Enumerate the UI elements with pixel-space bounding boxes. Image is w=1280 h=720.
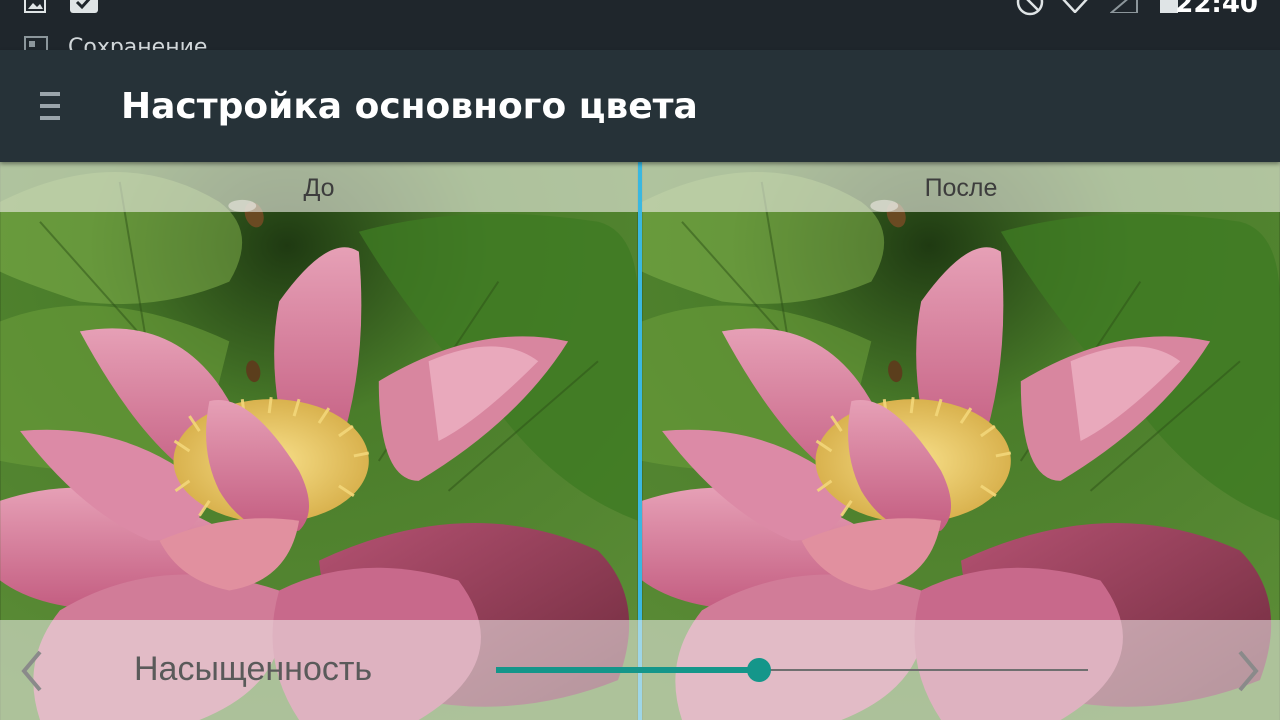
slider-fill [496, 667, 760, 673]
chevron-left-icon[interactable] [14, 646, 50, 696]
page-title: Настройка основного цвета [121, 86, 698, 127]
check-icon [70, 0, 98, 13]
chevron-right-icon[interactable] [1230, 646, 1266, 696]
status-bar: Сохранение 22:40 [0, 0, 1280, 50]
before-label: До [0, 162, 638, 212]
app-bar: Настройка основного цвета [0, 50, 1280, 162]
saturation-slider[interactable] [496, 658, 1088, 682]
wifi-icon [1062, 0, 1088, 13]
signal-icon [1110, 0, 1138, 13]
slider-thumb[interactable] [747, 658, 772, 682]
status-clock: 22:40 [1175, 0, 1258, 19]
after-label: После [642, 162, 1280, 212]
parameter-label: Насыщенность [134, 650, 373, 688]
screenshot-icon [24, 36, 48, 50]
gallery-icon [24, 0, 46, 13]
adjustment-controls: Насыщенность [0, 620, 1280, 720]
notification-text: Сохранение [68, 35, 208, 50]
do-not-disturb-icon [1016, 0, 1044, 16]
menu-icon[interactable] [28, 80, 72, 132]
